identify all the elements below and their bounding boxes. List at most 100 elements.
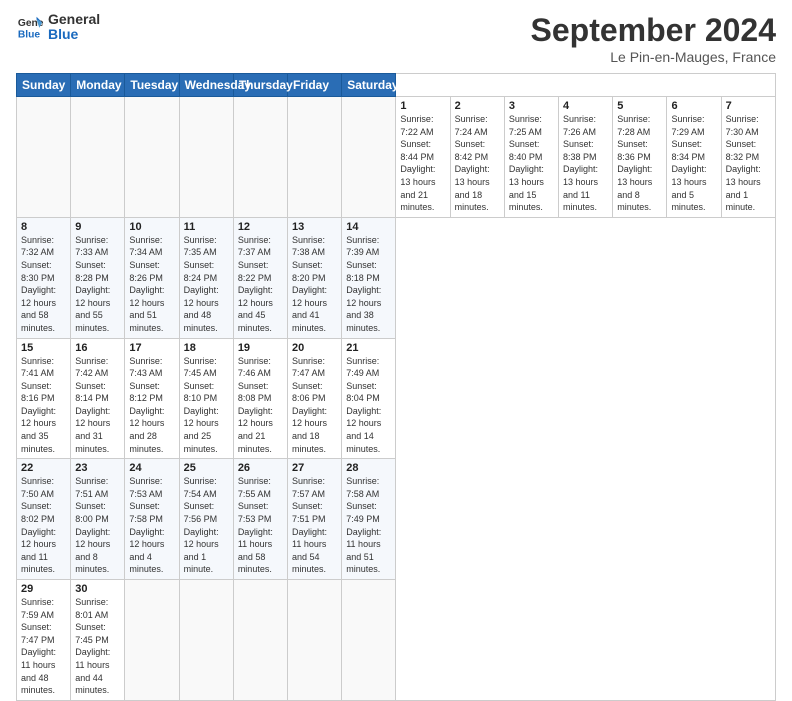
calendar-cell: 17Sunrise: 7:43 AM Sunset: 8:12 PM Dayli… [125,338,179,459]
day-number: 20 [292,342,337,354]
calendar-cell [288,580,342,701]
calendar-cell: 1Sunrise: 7:22 AM Sunset: 8:44 PM Daylig… [396,97,450,218]
cell-info: Sunrise: 7:22 AM Sunset: 8:44 PM Dayligh… [400,113,445,214]
calendar-cell: 6Sunrise: 7:29 AM Sunset: 8:34 PM Daylig… [667,97,721,218]
cell-info: Sunrise: 7:32 AM Sunset: 8:30 PM Dayligh… [21,234,66,335]
day-number: 15 [21,342,66,354]
cell-info: Sunrise: 7:45 AM Sunset: 8:10 PM Dayligh… [184,355,229,456]
calendar-cell: 21Sunrise: 7:49 AM Sunset: 8:04 PM Dayli… [342,338,396,459]
calendar-cell: 27Sunrise: 7:57 AM Sunset: 7:51 PM Dayli… [288,459,342,580]
calendar-cell: 15Sunrise: 7:41 AM Sunset: 8:16 PM Dayli… [17,338,71,459]
day-number: 3 [509,100,554,112]
day-number: 27 [292,462,337,474]
cell-info: Sunrise: 7:38 AM Sunset: 8:20 PM Dayligh… [292,234,337,335]
weekday-header-monday: Monday [71,74,125,97]
cell-info: Sunrise: 7:54 AM Sunset: 7:56 PM Dayligh… [184,475,229,576]
weekday-header-saturday: Saturday [342,74,396,97]
day-number: 23 [75,462,120,474]
day-number: 14 [346,221,391,233]
day-number: 2 [455,100,500,112]
calendar-cell [342,580,396,701]
calendar-cell: 10Sunrise: 7:34 AM Sunset: 8:26 PM Dayli… [125,217,179,338]
calendar-cell [71,97,125,218]
logo: General Blue General Blue [16,12,100,43]
day-number: 16 [75,342,120,354]
day-number: 8 [21,221,66,233]
calendar-cell [17,97,71,218]
calendar-cell: 26Sunrise: 7:55 AM Sunset: 7:53 PM Dayli… [233,459,287,580]
location: Le Pin-en-Mauges, France [531,49,776,65]
cell-info: Sunrise: 7:33 AM Sunset: 8:28 PM Dayligh… [75,234,120,335]
cell-info: Sunrise: 7:25 AM Sunset: 8:40 PM Dayligh… [509,113,554,214]
calendar-cell [125,97,179,218]
weekday-header-friday: Friday [288,74,342,97]
logo-blue: Blue [48,27,100,42]
calendar-cell [233,580,287,701]
title-block: September 2024 Le Pin-en-Mauges, France [531,12,776,65]
day-number: 28 [346,462,391,474]
calendar-cell: 11Sunrise: 7:35 AM Sunset: 8:24 PM Dayli… [179,217,233,338]
calendar-cell: 14Sunrise: 7:39 AM Sunset: 8:18 PM Dayli… [342,217,396,338]
calendar-cell: 8Sunrise: 7:32 AM Sunset: 8:30 PM Daylig… [17,217,71,338]
cell-info: Sunrise: 7:46 AM Sunset: 8:08 PM Dayligh… [238,355,283,456]
day-number: 9 [75,221,120,233]
day-number: 6 [671,100,716,112]
cell-info: Sunrise: 7:42 AM Sunset: 8:14 PM Dayligh… [75,355,120,456]
day-number: 21 [346,342,391,354]
calendar-cell [125,580,179,701]
cell-info: Sunrise: 7:51 AM Sunset: 8:00 PM Dayligh… [75,475,120,576]
day-number: 26 [238,462,283,474]
calendar-cell [233,97,287,218]
day-number: 7 [726,100,771,112]
calendar-cell: 20Sunrise: 7:47 AM Sunset: 8:06 PM Dayli… [288,338,342,459]
cell-info: Sunrise: 7:39 AM Sunset: 8:18 PM Dayligh… [346,234,391,335]
calendar-cell: 24Sunrise: 7:53 AM Sunset: 7:58 PM Dayli… [125,459,179,580]
cell-info: Sunrise: 7:37 AM Sunset: 8:22 PM Dayligh… [238,234,283,335]
day-number: 25 [184,462,229,474]
cell-info: Sunrise: 7:34 AM Sunset: 8:26 PM Dayligh… [129,234,174,335]
calendar-cell: 13Sunrise: 7:38 AM Sunset: 8:20 PM Dayli… [288,217,342,338]
day-number: 29 [21,583,66,595]
cell-info: Sunrise: 7:57 AM Sunset: 7:51 PM Dayligh… [292,475,337,576]
cell-info: Sunrise: 7:53 AM Sunset: 7:58 PM Dayligh… [129,475,174,576]
calendar-cell [179,97,233,218]
cell-info: Sunrise: 7:58 AM Sunset: 7:49 PM Dayligh… [346,475,391,576]
cell-info: Sunrise: 7:26 AM Sunset: 8:38 PM Dayligh… [563,113,608,214]
day-number: 1 [400,100,445,112]
calendar-cell: 29Sunrise: 7:59 AM Sunset: 7:47 PM Dayli… [17,580,71,701]
calendar-cell: 30Sunrise: 8:01 AM Sunset: 7:45 PM Dayli… [71,580,125,701]
cell-info: Sunrise: 7:29 AM Sunset: 8:34 PM Dayligh… [671,113,716,214]
logo-general: General [48,12,100,27]
cell-info: Sunrise: 7:49 AM Sunset: 8:04 PM Dayligh… [346,355,391,456]
calendar-cell: 9Sunrise: 7:33 AM Sunset: 8:28 PM Daylig… [71,217,125,338]
day-number: 5 [617,100,662,112]
day-number: 22 [21,462,66,474]
calendar-cell: 22Sunrise: 7:50 AM Sunset: 8:02 PM Dayli… [17,459,71,580]
calendar-cell: 3Sunrise: 7:25 AM Sunset: 8:40 PM Daylig… [504,97,558,218]
cell-info: Sunrise: 8:01 AM Sunset: 7:45 PM Dayligh… [75,596,120,697]
calendar-cell [288,97,342,218]
svg-text:Blue: Blue [18,30,41,41]
calendar-table: SundayMondayTuesdayWednesdayThursdayFrid… [16,73,776,701]
day-number: 13 [292,221,337,233]
weekday-header-sunday: Sunday [17,74,71,97]
cell-info: Sunrise: 7:24 AM Sunset: 8:42 PM Dayligh… [455,113,500,214]
month-year: September 2024 [531,12,776,49]
cell-info: Sunrise: 7:50 AM Sunset: 8:02 PM Dayligh… [21,475,66,576]
calendar-cell: 16Sunrise: 7:42 AM Sunset: 8:14 PM Dayli… [71,338,125,459]
day-number: 30 [75,583,120,595]
cell-info: Sunrise: 7:28 AM Sunset: 8:36 PM Dayligh… [617,113,662,214]
calendar-cell: 23Sunrise: 7:51 AM Sunset: 8:00 PM Dayli… [71,459,125,580]
calendar-cell: 7Sunrise: 7:30 AM Sunset: 8:32 PM Daylig… [721,97,775,218]
calendar-cell: 28Sunrise: 7:58 AM Sunset: 7:49 PM Dayli… [342,459,396,580]
cell-info: Sunrise: 7:41 AM Sunset: 8:16 PM Dayligh… [21,355,66,456]
logo-icon: General Blue [16,13,44,41]
calendar-cell: 5Sunrise: 7:28 AM Sunset: 8:36 PM Daylig… [613,97,667,218]
calendar-cell [342,97,396,218]
calendar-cell: 2Sunrise: 7:24 AM Sunset: 8:42 PM Daylig… [450,97,504,218]
weekday-header-thursday: Thursday [233,74,287,97]
day-number: 10 [129,221,174,233]
day-number: 11 [184,221,229,233]
cell-info: Sunrise: 7:47 AM Sunset: 8:06 PM Dayligh… [292,355,337,456]
calendar-cell: 25Sunrise: 7:54 AM Sunset: 7:56 PM Dayli… [179,459,233,580]
